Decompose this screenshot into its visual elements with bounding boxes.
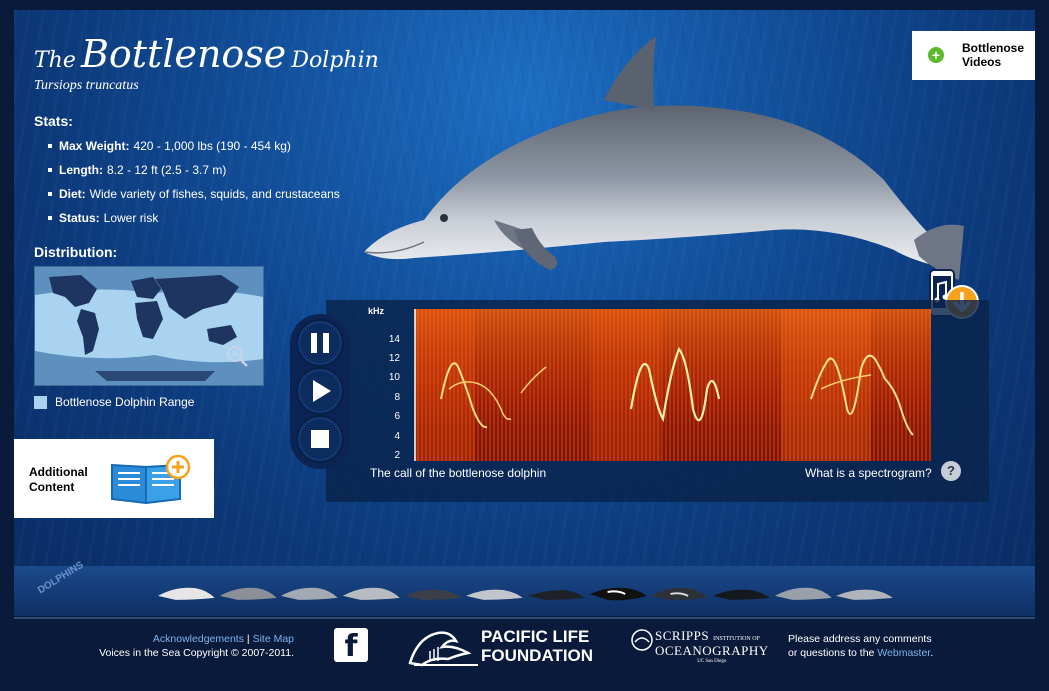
scientific-name: Tursiops truncatus [34, 78, 139, 93]
title-block: The Bottlenose Dolphin Tursiops truncatu… [34, 32, 379, 94]
world-map-graphic [35, 267, 263, 385]
footer-contact: Please address any comments or questions… [788, 632, 933, 660]
range-legend-swatch [34, 396, 47, 409]
stats-heading: Stats: [34, 113, 73, 129]
footer-divider [14, 617, 1035, 619]
species-thumbnail[interactable] [218, 578, 279, 606]
stat-value: 8.2 - 12 ft (2.5 - 3.7 m) [107, 163, 227, 177]
videos-line1: Bottlenose [962, 41, 1025, 55]
stop-icon [311, 430, 329, 448]
spectrogram-unit: kHz [368, 306, 385, 316]
contact-suffix: . [930, 647, 934, 659]
species-thumbnail[interactable] [526, 578, 587, 606]
scripps-line2: INSTITUTION OF [713, 636, 760, 642]
stat-label: Length: [59, 163, 103, 177]
page-title: The Bottlenose Dolphin [34, 32, 379, 76]
footer-links: Acknowledgements | Site Map Voices in th… [99, 632, 294, 660]
spectrogram-y-tick: 6 [394, 411, 400, 422]
spectrogram-y-tick: 2 [394, 450, 400, 461]
species-thumbnail[interactable] [464, 578, 525, 606]
contact-line1: Please address any comments [788, 633, 932, 645]
species-thumbnail[interactable] [156, 578, 217, 606]
species-thumbnail[interactable] [649, 578, 710, 606]
distribution-heading: Distribution: [34, 244, 118, 260]
sitemap-link[interactable]: Site Map [253, 633, 294, 645]
stat-item: Status: Lower risk [48, 206, 340, 230]
help-icon[interactable]: ? [941, 461, 961, 481]
pacific-life-line2: FOUNDATION [481, 646, 594, 665]
species-thumbnail-strip [156, 578, 896, 606]
stats-list: Max Weight: 420 - 1,000 lbs (190 - 454 kg… [48, 134, 340, 230]
pause-button[interactable] [296, 319, 344, 367]
species-thumbnail[interactable] [279, 578, 340, 606]
species-thumbnail[interactable] [403, 578, 464, 606]
scripps-text[interactable]: SCRIPPS INSTITUTION OF OCEANOGRAPHY UC S… [655, 628, 769, 667]
additional-line2: Content [29, 480, 75, 494]
species-thumbnail[interactable] [834, 578, 895, 606]
facebook-icon[interactable]: f [334, 628, 368, 664]
book-plus-icon [111, 455, 191, 505]
spectrogram-help-link[interactable]: What is a spectrogram? [805, 466, 932, 480]
species-thumbnail[interactable] [588, 578, 649, 606]
scripps-line3: OCEANOGRAPHY [655, 643, 769, 658]
distribution-map[interactable] [34, 266, 264, 386]
species-thumbnail[interactable] [711, 578, 772, 606]
contact-line2: or questions to the [788, 647, 875, 659]
additional-content-button[interactable]: Additional Content [14, 439, 214, 518]
stat-item: Length: 8.2 - 12 ft (2.5 - 3.7 m) [48, 158, 340, 182]
spectrogram-y-tick: 14 [388, 334, 400, 345]
play-icon [313, 380, 331, 402]
title-prefix: The [34, 48, 76, 73]
dolphin-illustration [363, 36, 964, 280]
videos-label: Bottlenose Videos [962, 41, 1024, 69]
spectrogram-image[interactable] [401, 309, 931, 461]
species-thumbnail[interactable] [773, 578, 834, 606]
stat-value: 420 - 1,000 lbs (190 - 454 kg) [133, 139, 291, 153]
additional-content-label: Additional Content [29, 465, 99, 495]
player-controls [290, 314, 350, 469]
range-legend-label: Bottlenose Dolphin Range [55, 395, 195, 409]
stop-button[interactable] [296, 415, 344, 463]
pacific-life-whale-logo[interactable] [408, 627, 480, 667]
stat-label: Status: [59, 211, 100, 225]
title-main: Bottlenose [80, 32, 287, 76]
stat-item: Max Weight: 420 - 1,000 lbs (190 - 454 kg… [48, 134, 340, 158]
spectrogram-y-tick: 4 [394, 431, 400, 442]
spectrogram-y-tick: 12 [388, 353, 400, 364]
species-thumbnail[interactable] [341, 578, 402, 606]
stat-value: Lower risk [103, 211, 159, 225]
scripps-line1: SCRIPPS [655, 628, 710, 643]
pacific-life-text[interactable]: PACIFIC LIFE FOUNDATION [481, 627, 593, 665]
stat-value: Wide variety of fishes, squids, and crus… [89, 187, 340, 201]
spectrogram-y-tick: 10 [388, 372, 400, 383]
spectrogram-caption: The call of the bottlenose dolphin [370, 466, 547, 480]
stat-label: Max Weight: [59, 139, 130, 153]
webmaster-link[interactable]: Webmaster [877, 647, 930, 659]
stat-label: Diet: [59, 187, 86, 201]
acknowledgements-link[interactable]: Acknowledgements [153, 633, 244, 645]
pause-icon [311, 333, 329, 353]
link-separator: | [246, 633, 250, 645]
pacific-life-line1: PACIFIC LIFE [481, 627, 590, 646]
spectrogram-y-tick: 8 [394, 392, 400, 403]
videos-line2: Videos [962, 55, 1002, 69]
scripps-seal-icon[interactable] [630, 628, 654, 652]
additional-line1: Additional [29, 465, 88, 479]
play-button[interactable] [296, 367, 344, 415]
copyright-text: Voices in the Sea Copyright © 2007-2011. [99, 647, 294, 659]
stat-item: Diet: Wide variety of fishes, squids, and… [48, 182, 340, 206]
